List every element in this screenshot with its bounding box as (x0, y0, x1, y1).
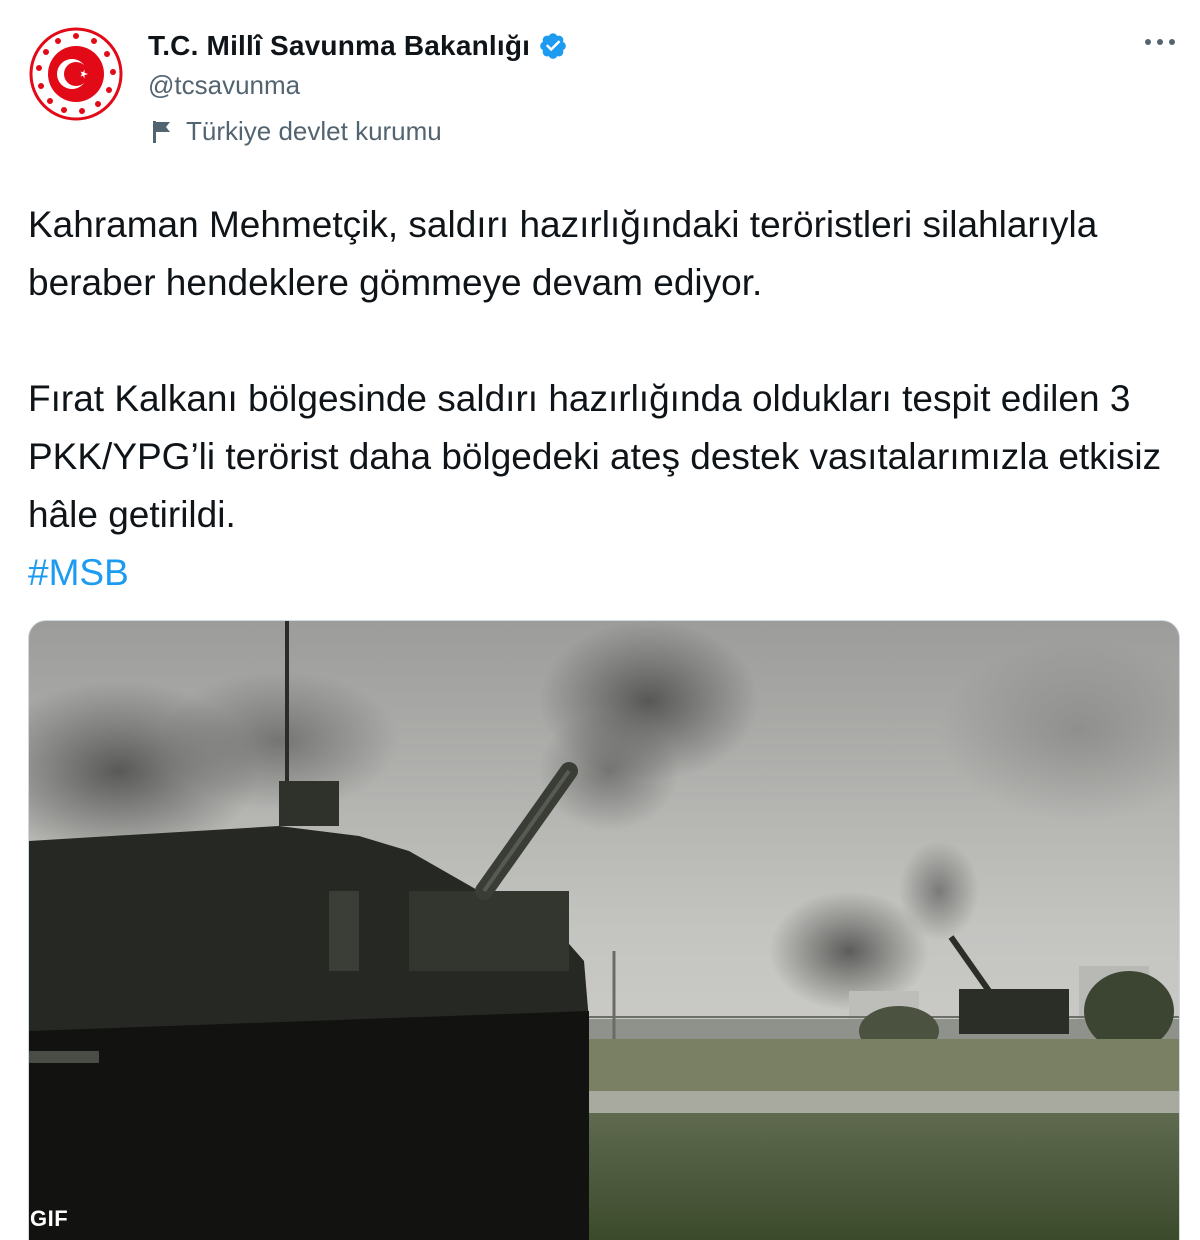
tweet-text: Kahraman Mehmetçik, saldırı hazırlığında… (28, 196, 1178, 602)
verified-badge-icon (538, 31, 568, 61)
hashtag-link[interactable]: #MSB (28, 552, 129, 593)
tweet-paragraph-1: Kahraman Mehmetçik, saldırı hazırlığında… (28, 204, 1098, 303)
handle[interactable]: @tcsavunma (148, 70, 300, 101)
gif-badge: GIF (30, 1206, 69, 1231)
media-gif[interactable] (28, 620, 1180, 1240)
government-label: Türkiye devlet kurumu (186, 116, 442, 146)
tweet-paragraph-2: Fırat Kalkanı bölgesinde saldırı hazırlı… (28, 378, 1162, 535)
account-label: Türkiye devlet kurumu (150, 116, 442, 147)
display-name[interactable]: T.C. Millî Savunma Bakanlığı (148, 30, 530, 62)
avatar[interactable] (28, 26, 124, 122)
ministry-emblem-icon (28, 26, 124, 122)
artillery-scene-image (29, 621, 1179, 1240)
tweet-card[interactable]: T.C. Millî Savunma Bakanlığı @tcsavunma … (0, 0, 1200, 1240)
more-options-icon[interactable] (1136, 22, 1184, 62)
flag-icon (150, 118, 174, 146)
name-row: T.C. Millî Savunma Bakanlığı (148, 26, 568, 66)
